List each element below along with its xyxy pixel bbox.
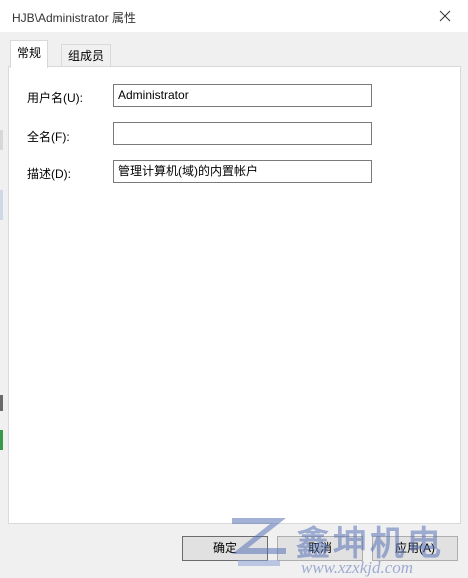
properties-dialog: HJB\Administrator 属性 常规 组成员 用户名(U): Admi… [0, 0, 468, 578]
username-field[interactable]: Administrator [113, 84, 372, 107]
window-title: HJB\Administrator 属性 [12, 11, 137, 25]
watermark-logo-icon [232, 518, 286, 566]
general-tab-panel: 用户名(U): Administrator 全名(F): 描述(D): 管理计算… [8, 66, 461, 524]
close-icon [439, 10, 451, 22]
description-label: 描述(D): [27, 167, 71, 181]
background-window-edge [0, 130, 3, 150]
close-button[interactable] [422, 0, 468, 32]
watermark: 鑫坤机电 www.xzxkjd.com [226, 508, 468, 578]
watermark-url: www.xzxkjd.com [301, 558, 414, 577]
username-label: 用户名(U): [27, 91, 83, 105]
description-field[interactable]: 管理计算机(域)的内置帐户 [113, 160, 372, 183]
tab-general-label: 常规 [17, 46, 42, 60]
background-window-edge [0, 430, 3, 450]
tab-general[interactable]: 常规 [10, 40, 49, 68]
fullname-field[interactable] [113, 122, 372, 145]
tab-strip: 常规 组成员 [8, 40, 460, 68]
background-window-edge [0, 395, 3, 411]
tab-member-of-label: 组成员 [68, 49, 105, 63]
fullname-label: 全名(F): [27, 130, 70, 144]
tab-member-of[interactable]: 组成员 [61, 44, 112, 67]
background-window-edge [0, 190, 3, 220]
title-bar[interactable]: HJB\Administrator 属性 [0, 0, 468, 32]
